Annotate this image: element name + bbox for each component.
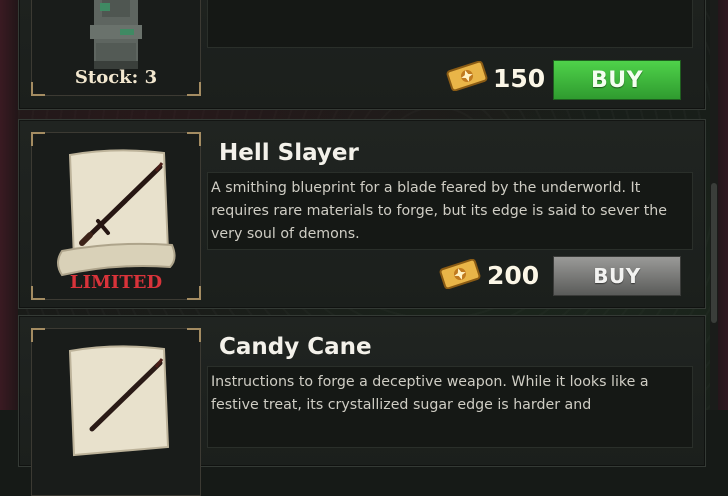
shop-item-card: Candy Cane Instructions to forge a decep…	[18, 315, 706, 496]
frame-corner	[31, 132, 45, 146]
description-box: Instructions to forge a deceptive weapon…	[207, 366, 693, 448]
stock-label: Stock: 3	[74, 67, 158, 88]
left-border	[0, 0, 18, 410]
scrollbar-thumb[interactable]	[711, 183, 717, 323]
shop-item-card: LIMITED Hell Slayer A smithing blueprint…	[18, 119, 706, 309]
limited-badge: LIMITED	[69, 272, 163, 293]
item-price: 200	[487, 261, 540, 290]
buy-button[interactable]: BUY	[553, 60, 681, 100]
frame-corner	[31, 328, 45, 342]
item-title: Candy Cane	[219, 334, 372, 360]
item-price: 150	[493, 64, 546, 93]
blueprint-scroll-icon	[68, 345, 170, 457]
frame-corner	[187, 328, 201, 342]
frame-corner	[187, 132, 201, 146]
item-title: Hell Slayer	[219, 140, 359, 166]
item-image-frame: LIMITED	[31, 132, 201, 300]
item-description: A smithing blueprint for a blade feared …	[211, 180, 667, 242]
description-box: A smithing blueprint for a blade feared …	[207, 172, 693, 250]
description-box	[207, 0, 693, 48]
item-image-frame	[31, 328, 201, 496]
item-description: Instructions to forge a deceptive weapon…	[211, 374, 649, 413]
shop-item-card: Stock: 3 150 BUY	[18, 0, 706, 110]
gold-ticket-icon	[446, 61, 488, 91]
gold-ticket-icon	[439, 259, 481, 289]
item-image-frame: Stock: 3	[31, 0, 201, 96]
buy-button[interactable]: BUY	[553, 256, 681, 296]
